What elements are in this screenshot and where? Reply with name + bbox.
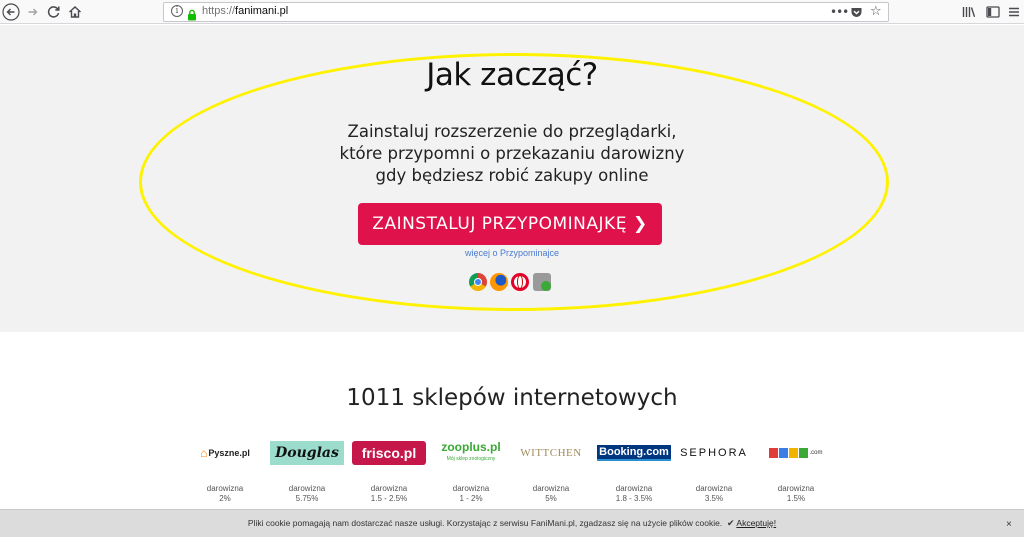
store-donation: darowizna 1 - 2% — [434, 484, 508, 504]
donation-label: darowizna — [777, 484, 815, 493]
page-actions-icon[interactable]: ••• — [830, 4, 849, 20]
menu-icon[interactable] — [1005, 3, 1023, 21]
store-donation: darowizna 5% — [514, 484, 588, 504]
store-donation: darowizna 2% — [188, 484, 262, 504]
store-zooplus[interactable]: zooplus.pl Mój sklep zoologiczny darowiz… — [434, 440, 508, 520]
store-logo-subtext: Mój sklep zoologiczny — [446, 456, 496, 462]
url-bar[interactable]: i https://fanimani.pl ••• ☆ — [163, 2, 889, 22]
pyszne-house-icon: ⌂ — [200, 446, 208, 460]
pyszne-logo: ⌂ Pyszne.pl — [188, 440, 262, 466]
wittchen-logo: WITTCHEN — [514, 440, 588, 466]
store-donation: darowizna 1.8 - 3.5% — [597, 484, 671, 504]
library-icon[interactable] — [960, 3, 978, 21]
back-icon[interactable] — [2, 3, 20, 21]
donation-value: 1.5% — [786, 494, 806, 503]
store-logo-text: SEPHORA — [680, 447, 748, 459]
zoogo-logo: .com — [759, 440, 833, 466]
store-donation: darowizna 1.5 - 2.5% — [352, 484, 426, 504]
donation-value: 1.8 - 3.5% — [615, 494, 653, 503]
store-frisco[interactable]: frisco.pl darowizna 1.5 - 2.5% — [352, 440, 426, 520]
bookmark-star-icon[interactable]: ☆ — [870, 4, 882, 20]
browser-toolbar: i https://fanimani.pl ••• ☆ — [0, 0, 1024, 24]
booking-logo: Booking.com — [597, 444, 671, 462]
store-donation: darowizna 5.75% — [270, 484, 344, 504]
cookie-message: Pliki cookie pomagają nam dostarczać nas… — [0, 518, 1024, 529]
store-booking[interactable]: Booking.com darowizna 1.8 - 3.5% — [597, 440, 671, 520]
forward-icon[interactable] — [24, 3, 42, 21]
sephora-logo: SEPHORA — [677, 440, 751, 466]
donation-value: 1 - 2% — [459, 494, 483, 503]
info-icon[interactable]: i — [171, 5, 183, 17]
url-scheme: https:// — [202, 5, 236, 17]
store-logo-text: Douglas — [275, 445, 339, 461]
donation-value: 5.75% — [295, 494, 319, 503]
store-logo-text: frisco.pl — [361, 445, 417, 461]
cookie-close-icon[interactable]: × — [1006, 519, 1012, 530]
store-pyszne[interactable]: ⌂ Pyszne.pl darowizna 2% — [188, 440, 262, 520]
lock-icon[interactable] — [186, 6, 198, 21]
pocket-icon[interactable] — [850, 6, 863, 23]
check-icon: ✔ — [726, 518, 735, 528]
donation-value: 5% — [545, 494, 557, 503]
reload-icon[interactable] — [45, 3, 63, 21]
donation-label: darowizna — [695, 484, 733, 493]
store-donation: darowizna 3.5% — [677, 484, 751, 504]
donation-label: darowizna — [532, 484, 570, 493]
store-donation: darowizna 1.5% — [759, 484, 833, 504]
store-logo-text: Pyszne.pl — [208, 448, 250, 458]
cookie-text: Pliki cookie pomagają nam dostarczać nas… — [247, 518, 723, 528]
donation-label: darowizna — [206, 484, 244, 493]
highlight-ellipse — [139, 53, 889, 311]
store-logo-text: Booking.com — [597, 445, 671, 461]
store-douglas[interactable]: Douglas darowizna 5.75% — [270, 440, 344, 520]
donation-label: darowizna — [452, 484, 490, 493]
cookie-accept-link[interactable]: Akceptuję! — [736, 518, 776, 528]
douglas-logo: Douglas — [270, 441, 344, 465]
store-wittchen[interactable]: WITTCHEN darowizna 5% — [514, 440, 588, 520]
store-zoogo[interactable]: .com darowizna 1.5% — [759, 440, 833, 520]
store-sephora[interactable]: SEPHORA darowizna 3.5% — [677, 440, 751, 520]
donation-value: 2% — [219, 494, 231, 503]
store-logo-text: WITTCHEN — [520, 447, 582, 459]
donation-value: 1.5 - 2.5% — [370, 494, 408, 503]
sidebar-icon[interactable] — [984, 3, 1002, 21]
zoogo-dotcom-text: .com — [809, 450, 823, 456]
donation-value: 3.5% — [704, 494, 724, 503]
url-text[interactable]: https://fanimani.pl — [202, 5, 288, 17]
zoogo-blocks-icon — [769, 448, 809, 458]
zooplus-logo: zooplus.pl Mój sklep zoologiczny — [434, 440, 508, 466]
store-logo-text: zooplus.pl — [441, 440, 501, 454]
stores-count-title: 1011 sklepów internetowych — [346, 385, 678, 411]
donation-label: darowizna — [615, 484, 653, 493]
cookie-bar: Pliki cookie pomagają nam dostarczać nas… — [0, 509, 1024, 537]
home-icon[interactable] — [66, 3, 84, 21]
donation-label: darowizna — [370, 484, 408, 493]
url-host: fanimani.pl — [235, 5, 289, 17]
frisco-logo: frisco.pl — [352, 441, 426, 465]
donation-label: darowizna — [288, 484, 326, 493]
